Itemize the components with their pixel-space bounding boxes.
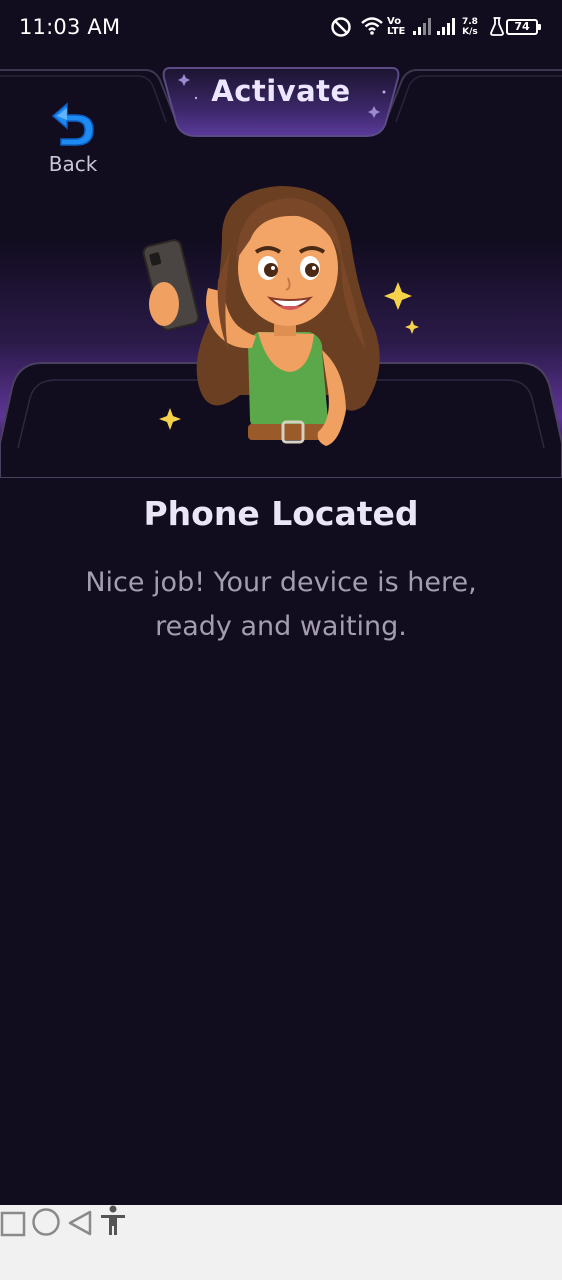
tab-activate[interactable]: Activate [170, 58, 392, 124]
undo-arrow-icon [51, 102, 94, 146]
status-bar: 11:03 AM Vo LTE 7.8 K/s 74 [0, 0, 562, 58]
network-speed-unit: K/s [462, 27, 478, 37]
home-icon[interactable] [31, 1207, 61, 1237]
status-time: 11:03 AM [19, 15, 121, 39]
accessibility-icon[interactable] [99, 1205, 127, 1237]
flask-icon [490, 17, 504, 36]
recents-icon[interactable] [0, 1211, 26, 1237]
volte-bottom: LTE [387, 26, 406, 37]
system-nav-bar [0, 1205, 562, 1280]
back-triangle-icon[interactable] [66, 1209, 94, 1237]
back-label: Back [48, 152, 98, 176]
battery-icon: 74 [506, 19, 541, 35]
signal-icon [413, 18, 431, 35]
volte-icon: Vo LTE [387, 17, 405, 37]
page-subtitle: Nice job! Your device is here, ready and… [85, 567, 477, 642]
page-title: Phone Located [143, 494, 419, 533]
network-speed-value: 7.8 [462, 17, 478, 27]
back-button[interactable]: Back [38, 98, 108, 182]
signal-icon [437, 18, 455, 35]
girl-with-phone-illustration [142, 186, 419, 446]
wifi-icon [361, 17, 383, 35]
network-speed: 7.8 K/s [462, 17, 478, 37]
dnd-icon [331, 17, 351, 37]
battery-level: 74 [514, 20, 530, 33]
